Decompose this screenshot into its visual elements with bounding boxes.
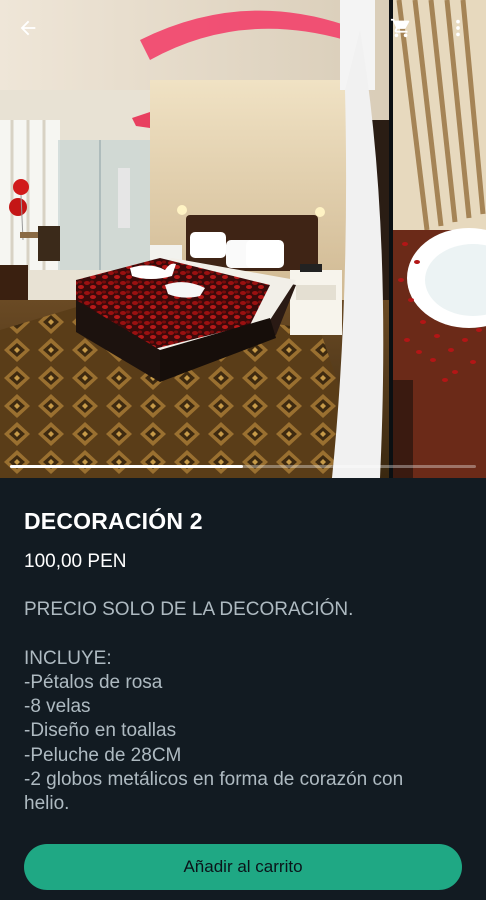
description-line: PRECIO SOLO DE LA DECORACIÓN. [24, 599, 354, 620]
description-line: -Peluche de 28CM [24, 744, 182, 766]
add-to-cart-button[interactable]: Añadir al carrito [24, 844, 462, 890]
description-line: -Pétalos de rosa [24, 671, 163, 693]
shopping-cart-icon [390, 18, 410, 38]
product-photo-room[interactable] [0, 0, 389, 478]
product-image-gallery[interactable] [0, 0, 486, 478]
arrow-left-icon [20, 20, 36, 36]
product-photo-jacuzzi[interactable] [393, 0, 486, 478]
product-description: PRECIO SOLO DE LA DECORACIÓN. INCLUYE: -… [24, 598, 464, 817]
description-line: -Diseño en toallas [24, 720, 177, 742]
description-line: INCLUYE: [24, 647, 112, 669]
description-line [24, 622, 464, 646]
cart-button[interactable] [383, 10, 419, 46]
gallery-progress-fill [10, 465, 243, 468]
product-details: DECORACIÓN 2 100,00 PEN PRECIO SOLO DE L… [0, 478, 486, 900]
back-button[interactable] [10, 10, 46, 46]
description-line: -2 globos metálicos en forma de corazón … [24, 769, 404, 791]
more-vertical-icon [456, 19, 460, 37]
gallery-progress-indicator [10, 465, 476, 468]
product-title: DECORACIÓN 2 [24, 508, 203, 534]
more-options-button[interactable] [440, 10, 476, 46]
description-line: helio. [24, 793, 70, 815]
description-line: -8 velas [24, 696, 91, 718]
product-price: 100,00 PEN [24, 551, 127, 572]
